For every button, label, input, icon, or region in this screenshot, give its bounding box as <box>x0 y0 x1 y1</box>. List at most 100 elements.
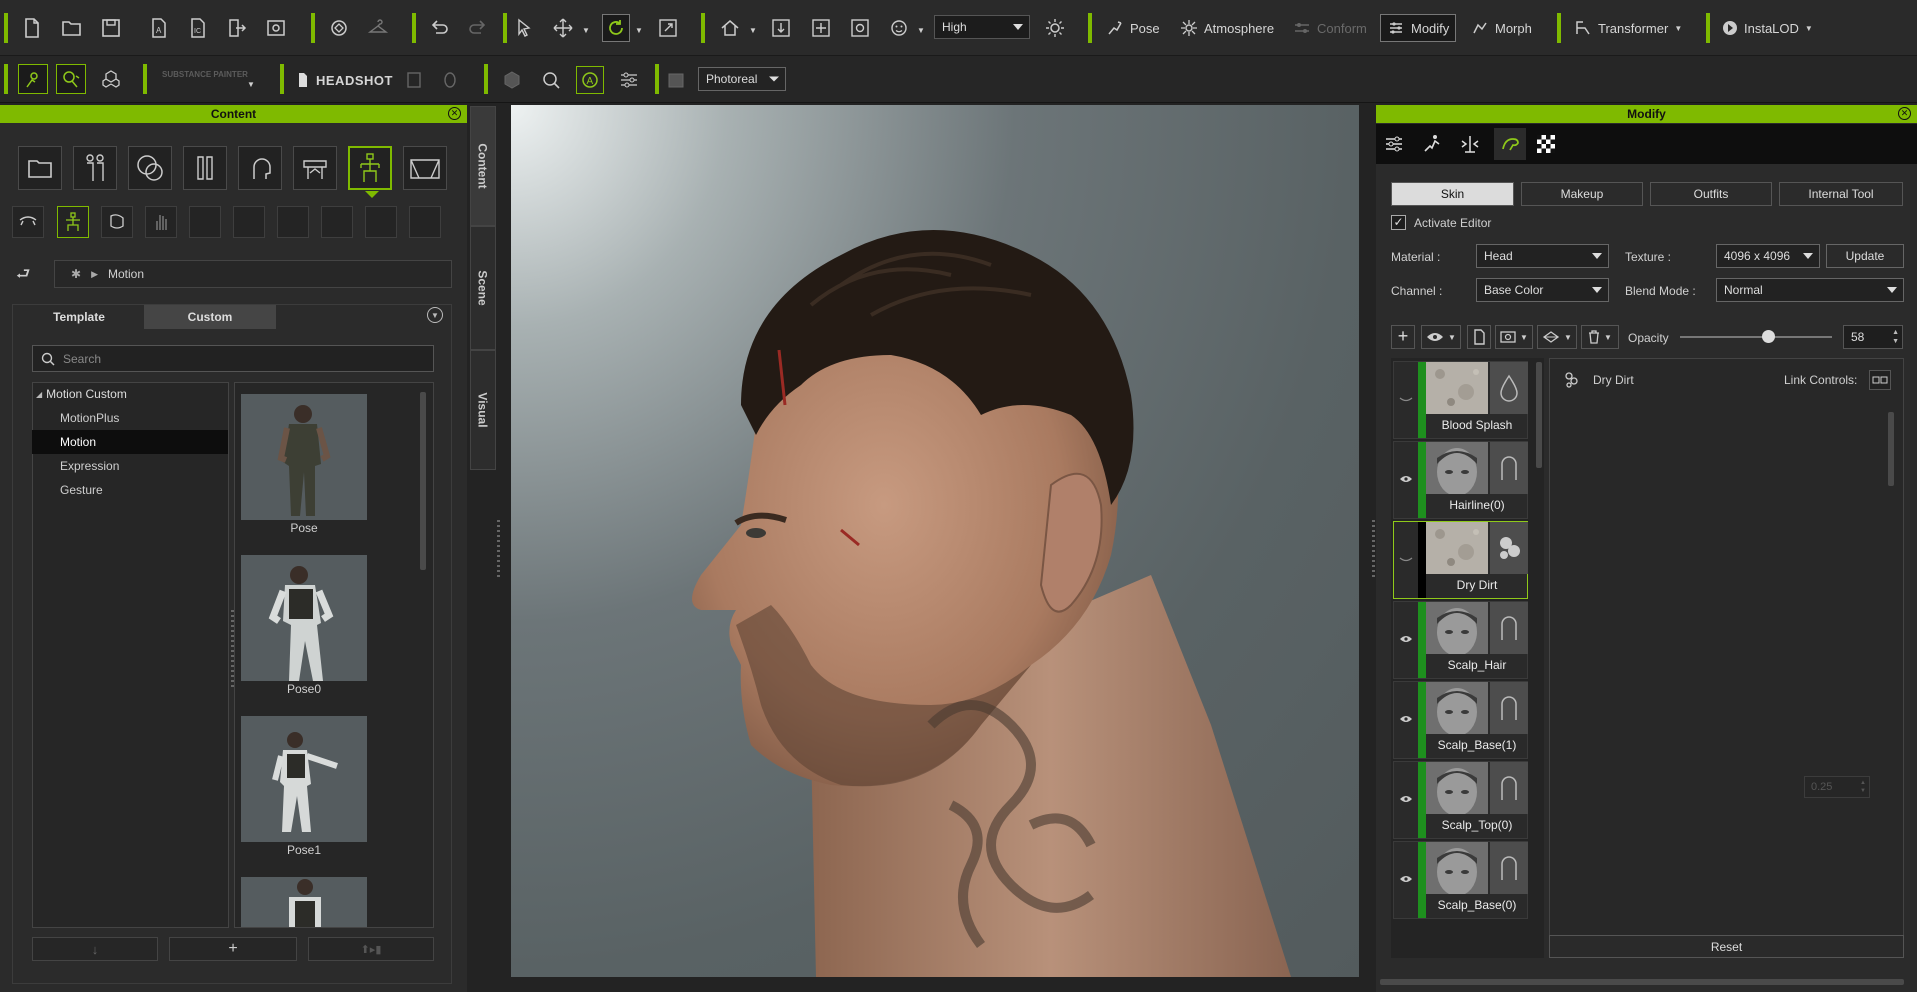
fill-button[interactable]: ▼ <box>1537 325 1577 349</box>
mask-button[interactable]: ▼ <box>1495 325 1533 349</box>
visibility-button[interactable]: ▼ <box>1421 325 1461 349</box>
category-makeup-icon[interactable] <box>183 146 227 190</box>
morph-button[interactable]: Morph <box>1471 14 1532 42</box>
layer-mask-icon[interactable] <box>1490 522 1528 574</box>
home-dropdown-icon[interactable]: ▼ <box>749 26 757 35</box>
instalod-button[interactable]: InstaLOD ▼ <box>1722 14 1813 42</box>
opacity-field[interactable]: 58 ▲ ▼ <box>1843 325 1903 349</box>
eye-icon[interactable] <box>1399 874 1413 884</box>
breadcrumb-item[interactable]: Motion <box>108 267 144 281</box>
category-material-icon[interactable] <box>128 146 172 190</box>
layer-item[interactable]: Scalp_Hair <box>1393 601 1528 679</box>
sub-empty-slot[interactable] <box>365 206 397 238</box>
layer-mask-icon[interactable] <box>1490 762 1528 814</box>
apply-button[interactable]: ⬆▸▮ <box>308 937 434 961</box>
sub-gesture-icon[interactable] <box>145 206 177 238</box>
pose-button[interactable]: Pose <box>1106 14 1160 42</box>
value-spinbox[interactable]: 0.25 ▲ ▼ <box>1804 776 1870 798</box>
layer-mask-icon[interactable] <box>1490 602 1528 654</box>
blend-mode-select[interactable]: Normal <box>1716 278 1904 302</box>
character-edit-icon[interactable] <box>18 64 48 94</box>
tree-item-gesture[interactable]: Gesture <box>32 478 228 502</box>
sub-empty-slot[interactable] <box>277 206 309 238</box>
new-file-icon[interactable] <box>18 14 46 42</box>
texture-select[interactable]: 4096 x 4096 <box>1716 244 1820 268</box>
cube-icon[interactable] <box>498 66 526 94</box>
reset-button[interactable]: Reset <box>1549 935 1904 958</box>
modify-button[interactable]: Modify <box>1380 14 1457 42</box>
layer-item[interactable]: Scalp_Base(1) <box>1393 681 1528 759</box>
fit-view-icon[interactable] <box>807 14 835 42</box>
select-arrow-icon[interactable] <box>510 14 538 42</box>
attribute-sliders-icon[interactable] <box>1380 130 1408 158</box>
headshot-button[interactable]: HEADSHOT <box>296 66 393 94</box>
layer-item[interactable]: Scalp_Base(0) <box>1393 841 1528 919</box>
auto-icon[interactable]: A <box>576 66 604 94</box>
panel-horizontal-scrollbar[interactable] <box>1380 979 1904 985</box>
render-mode-select[interactable]: Photoreal <box>698 67 786 91</box>
save-icon[interactable] <box>97 14 125 42</box>
thumbnail-pose[interactable] <box>241 394 367 520</box>
eye-icon[interactable] <box>1399 474 1413 484</box>
atmosphere-button[interactable]: Atmosphere <box>1180 14 1274 42</box>
add-layer-button[interactable]: + <box>1391 325 1415 349</box>
thumbnail-pose2[interactable] <box>241 877 367 927</box>
category-accessory-icon[interactable] <box>293 146 337 190</box>
thumbnail-pose0[interactable] <box>241 555 367 681</box>
quality-select[interactable]: High <box>934 15 1030 39</box>
smart-gallery-icon[interactable] <box>325 14 353 42</box>
eye-icon[interactable] <box>1399 794 1413 804</box>
thumbnail-pose1[interactable] <box>241 716 367 842</box>
conform-button[interactable]: Conform <box>1293 14 1367 42</box>
side-tab-visual[interactable]: Visual <box>470 350 496 470</box>
layer-item[interactable]: Blood Splash <box>1393 361 1528 439</box>
viewport-3d[interactable] <box>511 105 1359 977</box>
material-select[interactable]: Head <box>1476 244 1609 268</box>
tab-outfits[interactable]: Outfits <box>1650 182 1772 206</box>
import-ic-icon[interactable]: IC <box>184 14 212 42</box>
texture-checker-icon[interactable] <box>1532 130 1560 158</box>
move-icon[interactable] <box>549 14 577 42</box>
import-icon[interactable]: A <box>145 14 173 42</box>
sub-empty-slot[interactable] <box>233 206 265 238</box>
motion-pose-icon[interactable] <box>1418 130 1446 158</box>
opacity-slider-track[interactable] <box>1680 336 1832 338</box>
tree-root[interactable]: ◢ Motion Custom <box>36 387 127 401</box>
sub-expression-icon[interactable] <box>101 206 133 238</box>
tree-item-motion[interactable]: Motion <box>32 430 228 454</box>
substance-dropdown-icon[interactable]: ▼ <box>247 80 255 89</box>
layer-item[interactable]: Scalp_Top(0) <box>1393 761 1528 839</box>
substance-painter-button[interactable]: SUBSTANCE PAINTER <box>162 70 252 79</box>
eye-closed-icon[interactable] <box>1399 554 1413 564</box>
move-dropdown-icon[interactable]: ▼ <box>582 26 590 35</box>
hide-show-icon[interactable] <box>12 206 44 238</box>
sub-empty-slot[interactable] <box>189 206 221 238</box>
options-chevron-icon[interactable]: ▼ <box>427 307 443 323</box>
morph-balance-icon[interactable] <box>1456 130 1484 158</box>
tab-template[interactable]: Template <box>14 305 144 329</box>
category-project-icon[interactable] <box>18 146 62 190</box>
add-button[interactable]: + <box>169 937 297 961</box>
layer-mask-icon[interactable] <box>1490 442 1528 494</box>
detail-scrollbar[interactable] <box>1888 412 1894 486</box>
search-input[interactable]: Search <box>32 345 434 372</box>
tab-skin[interactable]: Skin <box>1391 182 1514 206</box>
scale-icon[interactable] <box>654 14 682 42</box>
tab-internal-tool[interactable]: Internal Tool <box>1779 182 1903 206</box>
close-icon[interactable]: ✕ <box>1898 107 1911 120</box>
calendar-icon[interactable] <box>662 66 690 94</box>
layer-mask-icon[interactable] <box>1490 842 1528 894</box>
activate-editor-checkbox[interactable]: ✓ <box>1391 215 1406 230</box>
open-folder-icon[interactable] <box>58 14 86 42</box>
redo-icon[interactable] <box>464 14 492 42</box>
home-icon[interactable] <box>716 14 744 42</box>
move-down-button[interactable]: ↓ <box>32 937 158 961</box>
layer-item[interactable]: Dry Dirt <box>1393 521 1528 599</box>
layer-list-scrollbar[interactable] <box>1536 362 1542 468</box>
rotate-dropdown-icon[interactable]: ▼ <box>635 26 643 35</box>
export-icon[interactable] <box>223 14 251 42</box>
splitter-handle[interactable] <box>497 520 500 580</box>
eye-closed-icon[interactable] <box>1399 394 1413 404</box>
face-icon[interactable] <box>885 14 913 42</box>
undo-icon[interactable] <box>425 14 453 42</box>
